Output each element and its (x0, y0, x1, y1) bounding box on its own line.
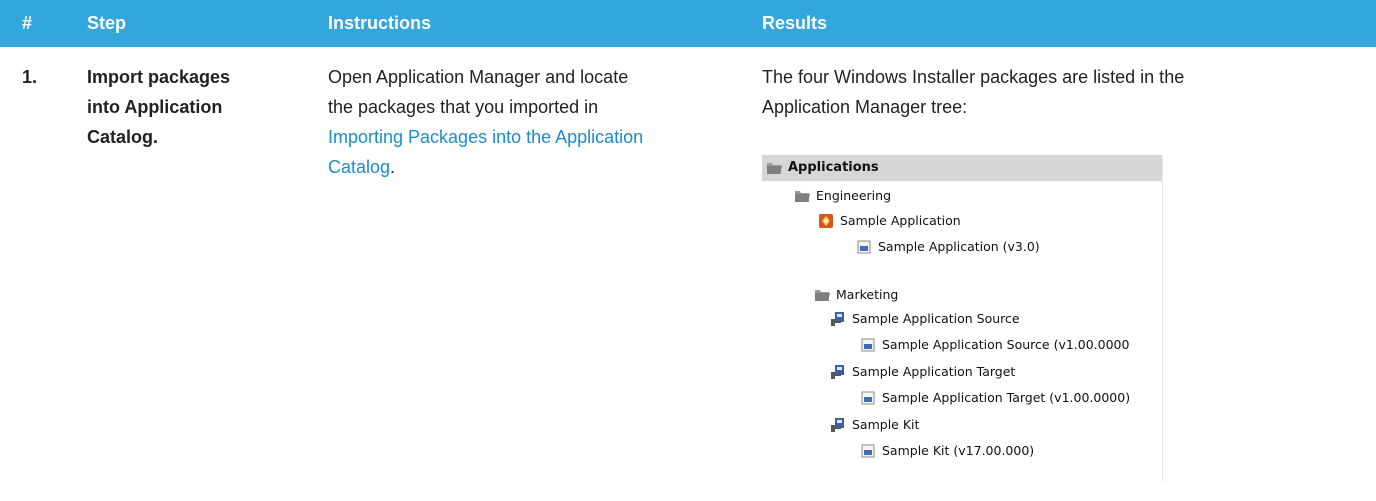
tree-node-engineering[interactable]: Engineering (794, 186, 1094, 206)
application-icon (819, 214, 833, 228)
instructions-line: the packages that you imported in (328, 97, 599, 117)
tree-node-sample-application-source[interactable]: Sample Application Source (830, 309, 1160, 329)
installer-icon (831, 418, 844, 432)
table-header: # Step Instructions Results (0, 0, 1376, 47)
installer-icon (831, 365, 844, 379)
row-number: 1. (22, 67, 38, 87)
folder-icon (767, 163, 782, 174)
msi-package-icon (861, 444, 875, 458)
instructions-line: Open Application Manager and locate (328, 67, 629, 87)
tree-node-sample-application[interactable]: Sample Application (818, 211, 1118, 231)
tree-node-marketing[interactable]: Marketing (814, 285, 1114, 305)
step-text: Import packages into Application Catalog… (87, 62, 230, 152)
results-line: The four Windows Installer packages are … (762, 67, 1185, 87)
tree-node-label: Sample Application Source (852, 311, 1020, 326)
header-number: # (22, 13, 33, 33)
msi-package-icon (861, 338, 875, 352)
importing-packages-link[interactable]: Importing Packages into the Application (328, 127, 643, 147)
tree-root-row[interactable]: Applications (762, 155, 1162, 181)
tree-node-sample-kit-package[interactable]: Sample Kit (v17.00.000) (860, 441, 1160, 461)
folder-icon (815, 290, 830, 301)
folder-icon (795, 191, 810, 202)
tree-node-label: Sample Application Target (v1.00.0000) (882, 390, 1131, 405)
step-line: Import packages (87, 67, 231, 87)
instructions-text: Open Application Manager and locate the … (328, 62, 643, 182)
tree-node-label: Marketing (836, 287, 899, 302)
results-line: Application Manager tree: (762, 97, 968, 117)
header-step: Step (87, 13, 127, 33)
importing-packages-link-cont[interactable]: Catalog (328, 157, 390, 177)
tree-node-label: Sample Application Source (v1.00.0000 (882, 337, 1130, 352)
step-line: Catalog. (87, 127, 159, 147)
tree-node-label: Sample Application (v3.0) (878, 239, 1040, 254)
tree-root-label: Applications (788, 160, 879, 175)
tree-node-label: Sample Application (840, 213, 961, 228)
tree-node-sample-application-source-package[interactable]: Sample Application Source (v1.00.0000 (860, 335, 1162, 355)
tree-node-sample-kit[interactable]: Sample Kit (830, 415, 1160, 435)
header-instructions: Instructions (328, 13, 432, 33)
tree-node-sample-application-package[interactable]: Sample Application (v3.0) (856, 237, 1156, 257)
instructions-period: . (390, 157, 396, 177)
tree-node-label: Sample Kit (852, 417, 920, 432)
results-text: The four Windows Installer packages are … (762, 62, 1184, 122)
tree-node-label: Sample Kit (v17.00.000) (882, 443, 1035, 458)
application-manager-tree: Applications Engineering Sample Applicat… (762, 155, 1163, 481)
installer-icon (831, 312, 844, 326)
tree-node-sample-application-target[interactable]: Sample Application Target (830, 362, 1160, 382)
header-results: Results (762, 13, 828, 33)
msi-package-icon (861, 391, 875, 405)
tree-node-label: Engineering (816, 188, 891, 203)
step-line: into Application (87, 97, 223, 117)
msi-package-icon (857, 240, 871, 254)
tree-node-sample-application-target-package[interactable]: Sample Application Target (v1.00.0000) (860, 388, 1162, 408)
tree-node-label: Sample Application Target (852, 364, 1016, 379)
